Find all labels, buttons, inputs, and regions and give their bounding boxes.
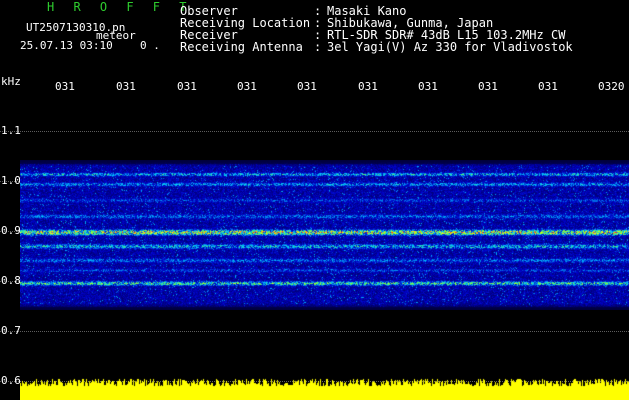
antenna-label: Receiving Antenna	[180, 40, 303, 54]
axis-unit: kHz	[1, 75, 21, 88]
gridline	[0, 331, 629, 333]
y-label: 1.0	[1, 174, 21, 187]
signal-level-strip	[20, 376, 629, 400]
time-tick: 031	[177, 80, 197, 93]
y-label: 0.7	[1, 324, 21, 337]
meteor-count: 0 .	[140, 39, 160, 52]
time-tick: 031	[478, 80, 498, 93]
time-tick: 031	[358, 80, 378, 93]
time-tick: 031	[55, 80, 75, 93]
antenna-value: 3el Yagi(V) Az 330 for Vladivostok	[327, 40, 573, 54]
antenna-colon: :	[314, 40, 322, 54]
time-tick: 031	[297, 80, 317, 93]
time-tick: 031	[538, 80, 558, 93]
spectrogram-waterfall	[20, 160, 629, 310]
brand-title: H R O F F T	[47, 0, 193, 14]
y-label: 0.6	[1, 374, 21, 387]
time-tick: 031	[418, 80, 438, 93]
time-tick: 031	[116, 80, 136, 93]
time-tick: 0320	[598, 80, 625, 93]
spectrogram-screen: H R O F F T UT2507130310.pn meteor 25.07…	[0, 0, 629, 400]
date-time: 25.07.13 03:10	[20, 39, 113, 52]
time-tick: 031	[237, 80, 257, 93]
y-label: 0.9	[1, 224, 21, 237]
y-label: 1.1	[1, 124, 21, 137]
gridline	[0, 131, 629, 133]
y-label: 0.8	[1, 274, 21, 287]
